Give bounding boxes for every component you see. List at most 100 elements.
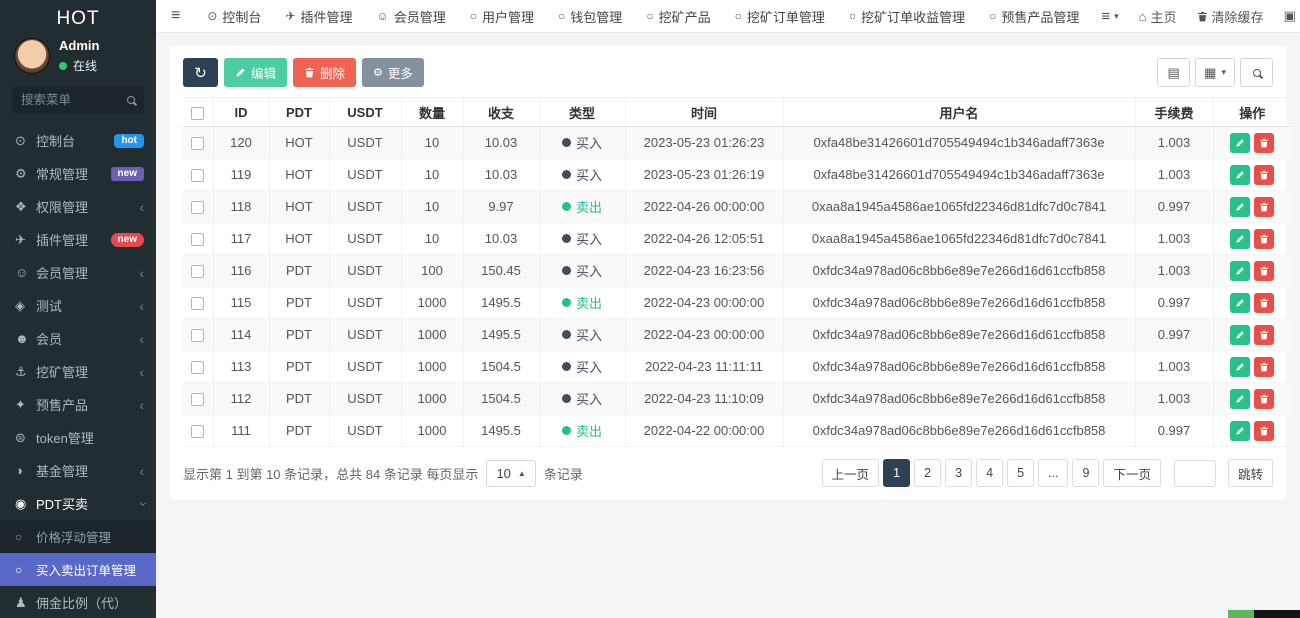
cogs-icon: ⚙ [15, 165, 27, 181]
avatar [14, 38, 50, 74]
topnav-tab-users[interactable]: ○ 用户管理 [458, 0, 546, 33]
row-checkbox[interactable] [191, 297, 205, 311]
sidebar-item-members[interactable]: ☻ 会员 ‹ [0, 322, 156, 355]
cell-qty: 1000 [400, 286, 463, 319]
sidebar-item-commission[interactable]: ♟ 佣金比例（代） [0, 586, 156, 618]
cell-time: 2023-05-23 01:26:19 [624, 158, 783, 191]
row-edit-button[interactable] [1230, 228, 1251, 249]
topnav-tab-mining-earnings[interactable]: ○ 挖矿订单收益管理 [837, 0, 977, 33]
row-delete-button[interactable] [1254, 324, 1275, 345]
table-row: 116 PDT USDT 100 150.45 买入 2022-04-23 16… [183, 254, 1291, 287]
sidebar-item-price-float[interactable]: ○ 价格浮动管理 [0, 520, 156, 553]
sidebar-item-members-mgmt[interactable]: ☺ 会员管理 ‹ [0, 256, 156, 289]
sidebar-item-buy-sell-orders[interactable]: ○ 买入卖出订单管理 [0, 553, 156, 586]
clear-cache-button[interactable]: 清除缓存 [1187, 0, 1274, 33]
row-checkbox[interactable] [191, 233, 205, 247]
next-page-button[interactable]: 下一页 [1103, 459, 1161, 487]
topnav-tab-mining-products[interactable]: ○ 挖矿产品 [634, 0, 722, 33]
page-size-select[interactable]: 10 ▲ [486, 459, 536, 487]
copy-tab-button[interactable]: ▣ [1274, 0, 1300, 33]
row-edit-button[interactable] [1230, 324, 1251, 345]
cell-fee: 0.997 [1134, 318, 1213, 351]
prev-page-button[interactable]: 上一页 [821, 459, 880, 487]
cell-id: 116 [212, 254, 269, 287]
table-row: 111 PDT USDT 1000 1495.5 卖出 2022-04-22 0… [183, 414, 1291, 447]
jump-page-input[interactable] [1173, 459, 1216, 487]
columns-dropdown-button[interactable]: ▦ ▾ [1195, 58, 1235, 87]
sidebar-item-permissions[interactable]: ❖ 权限管理 ‹ [0, 190, 156, 223]
column-header-qty: 数量 [400, 97, 463, 127]
select-all-checkbox[interactable] [191, 106, 205, 120]
page-button-4[interactable]: 4 [976, 459, 1004, 487]
row-checkbox[interactable] [191, 393, 205, 407]
cell-qty: 1000 [400, 414, 463, 447]
row-delete-button[interactable] [1254, 420, 1275, 441]
row-delete-button[interactable] [1254, 260, 1275, 281]
home-button[interactable]: ⌂ 主页 [1129, 0, 1187, 33]
cell-amount: 1504.5 [462, 350, 539, 383]
page-ellipsis[interactable]: ... [1038, 459, 1069, 487]
row-checkbox[interactable] [191, 425, 205, 439]
sidebar-item-dashboard[interactable]: ⊙ 控制台 hot [0, 124, 156, 157]
row-checkbox[interactable] [191, 169, 205, 183]
sidebar-item-fund[interactable]: ◑ 基金管理 ‹ [0, 454, 156, 487]
toggle-view-button[interactable]: ▤ [1157, 58, 1191, 87]
row-edit-button[interactable] [1230, 260, 1251, 281]
row-edit-button[interactable] [1230, 420, 1251, 441]
sidebar-item-general[interactable]: ⚙ 常规管理 new [0, 157, 156, 190]
sidebar-item-presale[interactable]: ✦ 预售产品 ‹ [0, 388, 156, 421]
more-button[interactable]: ⚙ 更多 [362, 58, 424, 87]
jump-button[interactable]: 跳转 [1227, 459, 1273, 487]
topnav-tab-members[interactable]: ☺ 会员管理 [365, 0, 458, 33]
row-checkbox[interactable] [191, 329, 205, 343]
cell-pdt: PDT [268, 286, 329, 319]
sidebar-item-plugins[interactable]: ✈ 插件管理 new [0, 223, 156, 256]
tabs-dropdown-button[interactable]: ≡ ▾ [1091, 0, 1128, 33]
refresh-button[interactable]: ↻ [183, 58, 218, 87]
row-delete-button[interactable] [1254, 132, 1275, 153]
hamburger-icon[interactable]: ≡ [156, 7, 195, 25]
sidebar-item-test[interactable]: ◈ 测试 ‹ [0, 289, 156, 322]
row-edit-button[interactable] [1230, 388, 1251, 409]
row-edit-button[interactable] [1230, 292, 1251, 313]
row-delete-button[interactable] [1254, 388, 1275, 409]
row-edit-button[interactable] [1230, 196, 1251, 217]
sidebar-item-token[interactable]: ⊜ token管理 [0, 421, 156, 454]
row-edit-button[interactable] [1230, 132, 1251, 153]
edit-button[interactable]: 编辑 [224, 58, 288, 87]
row-delete-button[interactable] [1254, 356, 1275, 377]
app-logo: HOT [56, 8, 100, 29]
cell-amount: 1504.5 [462, 382, 539, 415]
presale-icon: ✦ [15, 396, 26, 412]
chevron-left-icon: ‹ [139, 330, 144, 347]
table-search-button[interactable] [1240, 58, 1273, 87]
row-checkbox[interactable] [191, 137, 205, 151]
cell-pdt: PDT [268, 382, 329, 415]
row-checkbox[interactable] [191, 361, 205, 375]
page-button-5[interactable]: 5 [1007, 459, 1035, 487]
menu-search-input[interactable] [21, 93, 127, 107]
corner-widget [1228, 610, 1300, 618]
row-edit-button[interactable] [1230, 164, 1251, 185]
sidebar-item-pdt-trade[interactable]: ◉ PDT买卖 ‹ [0, 487, 156, 520]
row-delete-button[interactable] [1254, 164, 1275, 185]
cell-pdt: HOT [268, 126, 329, 159]
topnav-tab-mining-orders[interactable]: ○ 挖矿订单管理 [723, 0, 837, 33]
topnav-tab-presale-products[interactable]: ○ 预售产品管理 [977, 0, 1091, 33]
page-button-9[interactable]: 9 [1072, 459, 1100, 487]
row-delete-button[interactable] [1254, 292, 1275, 313]
cell-id: 112 [212, 382, 269, 415]
topnav-tab-plugins[interactable]: ✈ 插件管理 [273, 0, 364, 33]
row-delete-button[interactable] [1254, 228, 1275, 249]
page-button-3[interactable]: 3 [945, 459, 973, 487]
row-checkbox[interactable] [191, 265, 205, 279]
topnav-tab-wallets[interactable]: ○ 钱包管理 [546, 0, 634, 33]
row-edit-button[interactable] [1230, 356, 1251, 377]
delete-button[interactable]: 删除 [293, 58, 357, 87]
sidebar-item-mining[interactable]: ⚓ 挖矿管理 ‹ [0, 355, 156, 388]
row-delete-button[interactable] [1254, 196, 1275, 217]
page-button-1[interactable]: 1 [883, 459, 911, 487]
page-button-2[interactable]: 2 [914, 459, 942, 487]
topnav-tab-dashboard[interactable]: ⊙ 控制台 [195, 0, 273, 33]
row-checkbox[interactable] [191, 201, 205, 215]
